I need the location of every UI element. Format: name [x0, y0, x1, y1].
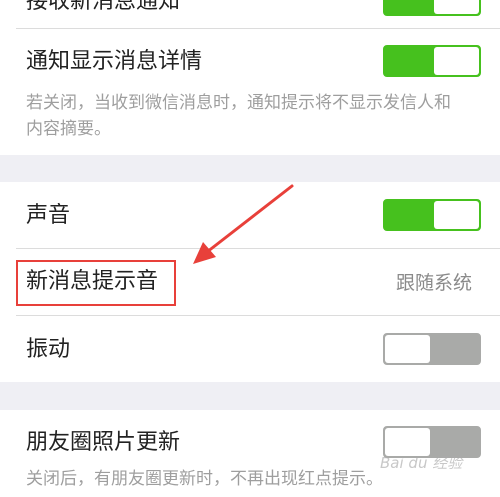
row-divider: [16, 28, 500, 29]
show-message-detail-description: 若关闭，当收到微信消息时，通知提示将不显示发信人和内容摘要。: [26, 93, 451, 139]
receive-new-message-toggle[interactable]: [383, 0, 481, 16]
toggle-knob: [434, 47, 479, 75]
moments-photo-update-label: 朋友圈照片更新: [26, 430, 181, 455]
settings-section-notifications: 接收新消息通知 通知显示消息详情 若关闭，当收到微信消息时，通知提示将不显示发信…: [0, 0, 500, 155]
receive-new-message-label: 接收新消息通知: [26, 0, 181, 14]
show-message-detail-label: 通知显示消息详情: [26, 49, 203, 74]
sound-label: 声音: [26, 203, 71, 228]
vibrate-label: 振动: [26, 337, 71, 362]
toggle-knob: [434, 0, 479, 14]
new-message-tone-value: 跟随系统: [395, 272, 472, 294]
toggle-knob: [385, 335, 430, 363]
row-divider: [16, 315, 500, 316]
watermark: Bai du 经验: [380, 454, 463, 472]
highlight-box: [16, 260, 176, 306]
toggle-knob: [434, 201, 479, 229]
sound-toggle[interactable]: [383, 199, 481, 231]
vibrate-toggle[interactable]: [383, 333, 481, 365]
show-message-detail-toggle[interactable]: [383, 45, 481, 77]
